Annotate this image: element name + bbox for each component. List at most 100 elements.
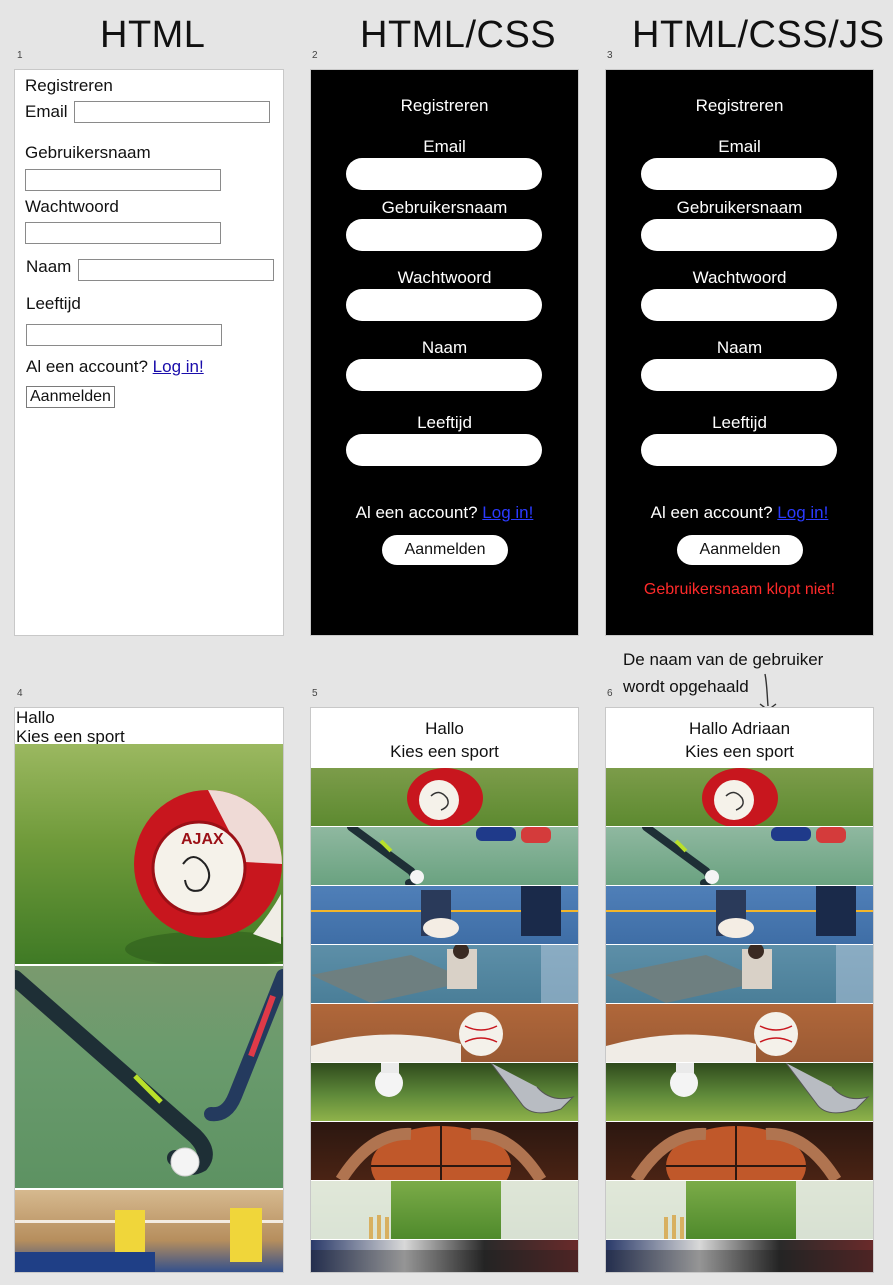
choose-sport-label: Kies een sport xyxy=(390,742,499,761)
hockey-icon xyxy=(642,827,846,885)
greeting-user: Hallo Adriaan xyxy=(688,719,791,738)
email-label: Email xyxy=(718,137,761,156)
sport-tile-volleyball[interactable] xyxy=(15,1190,283,1272)
golf-icon xyxy=(670,1063,870,1114)
login-link[interactable]: Log in! xyxy=(482,503,533,522)
sport-tile-baseball[interactable] xyxy=(606,1004,873,1062)
baseball-icon xyxy=(311,1012,503,1062)
password-field[interactable] xyxy=(641,289,837,321)
sport-tile-hockey[interactable] xyxy=(15,966,283,1188)
cricket-icon xyxy=(311,1181,578,1239)
error-message: Gebruikersnaam klopt niet! xyxy=(643,581,836,598)
artboard-number-1: 1 xyxy=(17,50,23,61)
account-question: Al een account? xyxy=(650,503,773,522)
register-title: Registreren xyxy=(25,76,113,95)
sports-header: Hallo Adriaan Kies een sport xyxy=(606,708,873,768)
football-icon: AJAX xyxy=(125,790,283,964)
svg-text:AJAX: AJAX xyxy=(181,831,224,848)
email-field[interactable] xyxy=(74,101,270,123)
sport-tile-basketball[interactable] xyxy=(606,1122,873,1180)
username-label: Gebruikersnaam xyxy=(381,198,508,217)
artboard-number-5: 5 xyxy=(312,688,318,699)
username-field[interactable] xyxy=(641,219,837,251)
column-title-html: HTML xyxy=(100,14,206,56)
hockey-icon xyxy=(347,827,551,885)
age-label: Leeftijd xyxy=(417,413,472,432)
register-button[interactable]: Aanmelden xyxy=(26,386,115,408)
login-link[interactable]: Log in! xyxy=(777,503,828,522)
account-prompt: Al een account? Log in! xyxy=(26,357,204,377)
age-field[interactable] xyxy=(641,434,837,466)
register-button[interactable]: Aanmelden xyxy=(677,535,803,565)
sports-header: Hallo Kies een sport xyxy=(311,708,578,768)
sport-tile-golf[interactable] xyxy=(606,1063,873,1121)
username-field[interactable] xyxy=(25,169,221,191)
sport-tile-cricket[interactable] xyxy=(606,1181,873,1239)
sport-tile-hockey[interactable] xyxy=(311,827,578,885)
tennis-icon xyxy=(606,1250,873,1272)
annotation-line-1: De naam van de gebruiker xyxy=(623,650,824,669)
sport-tile-tennis[interactable] xyxy=(311,1240,578,1272)
sport-tile-volleyball[interactable] xyxy=(606,886,873,944)
sport-tile-football[interactable] xyxy=(311,768,578,826)
artboard-register-js: Registreren Email Gebruikersnaam Wachtwo… xyxy=(605,69,874,636)
table-tennis-icon xyxy=(606,945,873,1003)
account-question: Al een account? xyxy=(355,503,478,522)
name-label: Naam xyxy=(26,257,72,276)
artboard-sports-css: Hallo Kies een sport xyxy=(310,707,579,1273)
greeting: Hallo xyxy=(16,708,55,727)
register-title: Registreren xyxy=(695,96,784,115)
account-question: Al een account? xyxy=(26,357,148,376)
email-label: Email xyxy=(25,102,68,121)
sport-tile-football[interactable]: AJAX xyxy=(15,744,283,964)
sport-tile-table-tennis[interactable] xyxy=(606,945,873,1003)
age-label: Leeftijd xyxy=(26,294,81,313)
sports-header: Hallo Kies een sport xyxy=(15,708,283,746)
sport-tile-baseball[interactable] xyxy=(311,1004,578,1062)
age-field[interactable] xyxy=(26,324,222,346)
sport-tile-football[interactable] xyxy=(606,768,873,826)
artboard-sports-js: Hallo Adriaan Kies een sport xyxy=(605,707,874,1273)
login-link[interactable]: Log in! xyxy=(153,357,204,376)
sport-tile-basketball[interactable] xyxy=(311,1122,578,1180)
age-field[interactable] xyxy=(346,434,542,466)
password-field[interactable] xyxy=(25,222,221,244)
sport-tile-volleyball[interactable] xyxy=(311,886,578,944)
account-prompt: Al een account? Log in! xyxy=(311,503,578,523)
artboard-number-6: 6 xyxy=(607,688,613,699)
volleyball-icon xyxy=(311,886,578,938)
password-field[interactable] xyxy=(346,289,542,321)
sport-tile-hockey[interactable] xyxy=(606,827,873,885)
artboard-number-4: 4 xyxy=(17,688,23,699)
register-button[interactable]: Aanmelden xyxy=(382,535,508,565)
password-label: Wachtwoord xyxy=(692,268,787,287)
sport-tile-golf[interactable] xyxy=(311,1063,578,1121)
column-title-html-css-js: HTML/CSS/JS xyxy=(632,14,885,56)
artboard-sports-html: Hallo Kies een sport AJAX xyxy=(14,707,284,1273)
volleyball-icon xyxy=(606,886,873,938)
password-label: Wachtwoord xyxy=(25,197,119,216)
artboard-number-3: 3 xyxy=(607,50,613,61)
football-icon xyxy=(407,768,483,826)
name-field[interactable] xyxy=(346,359,542,391)
account-prompt: Al een account? Log in! xyxy=(606,503,873,523)
artboard-register-css: Registreren Email Gebruikersnaam Wachtwo… xyxy=(310,69,579,636)
sport-tile-cricket[interactable] xyxy=(311,1181,578,1239)
football-icon xyxy=(702,768,778,826)
username-field[interactable] xyxy=(346,219,542,251)
table-tennis-icon xyxy=(311,945,578,1003)
volleyball-icon xyxy=(15,1208,283,1272)
email-label: Email xyxy=(423,137,466,156)
sport-tile-tennis[interactable] xyxy=(606,1240,873,1272)
name-label: Naam xyxy=(421,338,468,357)
email-field[interactable] xyxy=(346,158,542,190)
basketball-icon xyxy=(335,1126,547,1180)
name-field[interactable] xyxy=(78,259,274,281)
email-field[interactable] xyxy=(641,158,837,190)
register-title: Registreren xyxy=(400,96,489,115)
hockey-icon xyxy=(15,969,283,1177)
sport-tile-table-tennis[interactable] xyxy=(311,945,578,1003)
name-field[interactable] xyxy=(641,359,837,391)
baseball-icon xyxy=(606,1012,798,1062)
annotation-note: De naam van de gebruiker wordt opgehaald xyxy=(623,646,823,700)
